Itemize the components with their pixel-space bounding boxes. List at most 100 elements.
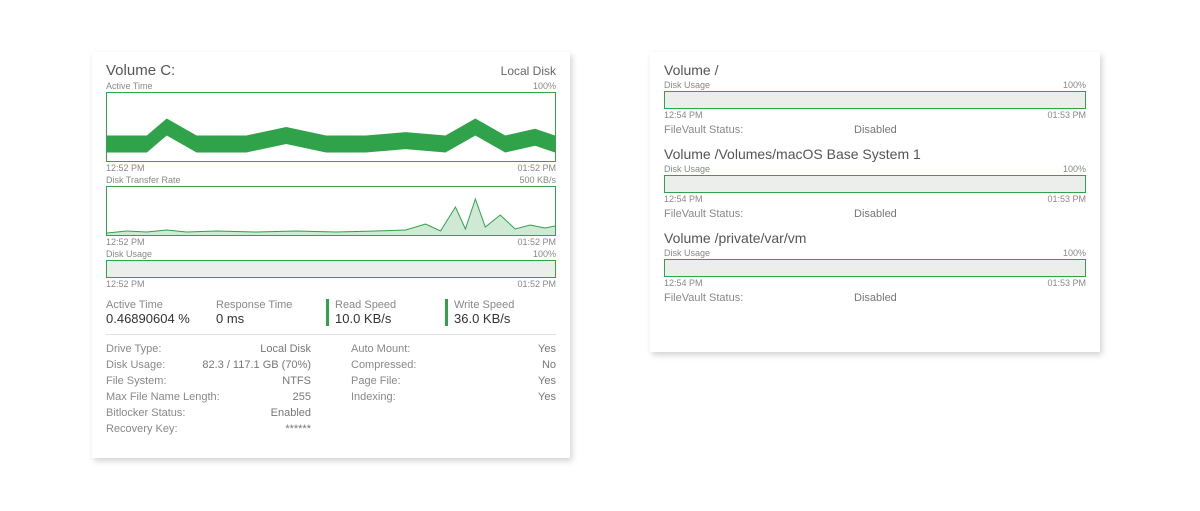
prop-value: 255 (293, 389, 311, 405)
transfer-rate-area-icon (107, 187, 555, 235)
properties-col-right: Auto Mount: Yes Compressed: No Page File… (351, 341, 556, 437)
transfer-rate-ymax: 500 KB/s (519, 175, 556, 185)
prop-value: No (542, 357, 556, 373)
usage-tend: 01:53 PM (1047, 194, 1086, 204)
filevault-row: FileVault Status: Disabled (664, 124, 1086, 136)
metric-write-speed-value: 36.0 KB/s (454, 311, 544, 326)
prop-file-system: File System: NTFS (106, 373, 311, 389)
prop-value: NTFS (282, 373, 311, 389)
transfer-rate-chart (106, 186, 556, 236)
prop-label: Drive Type: (106, 341, 161, 357)
disk-usage-chart (106, 260, 556, 278)
filevault-value: Disabled (854, 208, 897, 220)
metric-read-speed-value: 10.0 KB/s (335, 311, 425, 326)
metric-response-time: Response Time 0 ms (216, 299, 306, 326)
disk-usage-tstart: 12:52 PM (106, 279, 145, 289)
active-time-chart (106, 92, 556, 162)
prop-label: Indexing: (351, 389, 396, 405)
metric-write-speed-label: Write Speed (454, 299, 544, 311)
usage-chart (664, 259, 1086, 277)
metric-response-time-label: Response Time (216, 299, 306, 311)
prop-label: Disk Usage: (106, 357, 165, 373)
prop-disk-usage: Disk Usage: 82.3 / 117.1 GB (70%) (106, 357, 311, 373)
usage-ymax: 100% (1063, 164, 1086, 174)
transfer-rate-tend: 01:52 PM (517, 237, 556, 247)
volume-c-panel: Volume C: Local Disk Active Time 100% 12… (92, 52, 570, 458)
prop-label: Compressed: (351, 357, 416, 373)
metric-active-time-label: Active Time (106, 299, 196, 311)
prop-max-filename-length: Max File Name Length: 255 (106, 389, 311, 405)
mac-volumes-panel: Volume / Disk Usage 100% 12:54 PM 01:53 … (650, 52, 1100, 352)
active-time-tstart: 12:52 PM (106, 163, 145, 173)
metrics-row: Active Time 0.46890604 % Response Time 0… (106, 299, 556, 326)
prop-label: Max File Name Length: (106, 389, 220, 405)
prop-label: File System: (106, 373, 167, 389)
volume-macos-base-system: Volume /Volumes/macOS Base System 1 Disk… (664, 146, 1086, 220)
metric-write-speed: Write Speed 36.0 KB/s (445, 299, 544, 326)
prop-page-file: Page File: Yes (351, 373, 556, 389)
filevault-label: FileVault Status: (664, 124, 854, 136)
usage-tstart: 12:54 PM (664, 194, 703, 204)
active-time-tend: 01:52 PM (517, 163, 556, 173)
filevault-row: FileVault Status: Disabled (664, 292, 1086, 304)
metric-response-time-value: 0 ms (216, 311, 306, 326)
usage-label: Disk Usage (664, 248, 710, 258)
transfer-rate-chart-block: Disk Transfer Rate 500 KB/s 12:52 PM 01:… (106, 175, 556, 247)
disk-usage-label: Disk Usage (106, 249, 152, 259)
usage-tend: 01:53 PM (1047, 110, 1086, 120)
metric-active-time: Active Time 0.46890604 % (106, 299, 196, 326)
prop-label: Page File: (351, 373, 401, 389)
metric-active-time-value: 0.46890604 % (106, 311, 196, 326)
prop-indexing: Indexing: Yes (351, 389, 556, 405)
usage-ymax: 100% (1063, 248, 1086, 258)
filevault-row: FileVault Status: Disabled (664, 208, 1086, 220)
filevault-value: Disabled (854, 292, 897, 304)
prop-label: Auto Mount: (351, 341, 410, 357)
prop-compressed: Compressed: No (351, 357, 556, 373)
disk-usage-chart-block: Disk Usage 100% 12:52 PM 01:52 PM (106, 249, 556, 289)
filevault-label: FileVault Status: (664, 208, 854, 220)
volume-title: Volume /Volumes/macOS Base System 1 (664, 146, 1086, 162)
prop-bitlocker-status: Bitlocker Status: Enabled (106, 405, 311, 421)
usage-label: Disk Usage (664, 164, 710, 174)
metric-read-speed-label: Read Speed (335, 299, 425, 311)
metric-read-speed: Read Speed 10.0 KB/s (326, 299, 425, 326)
prop-recovery-key: Recovery Key: ****** (106, 421, 311, 437)
usage-chart (664, 175, 1086, 193)
disk-usage-tend: 01:52 PM (517, 279, 556, 289)
prop-label: Bitlocker Status: (106, 405, 185, 421)
usage-chart (664, 91, 1086, 109)
prop-value: Yes (538, 341, 556, 357)
usage-tstart: 12:54 PM (664, 278, 703, 288)
filevault-label: FileVault Status: (664, 292, 854, 304)
volume-root: Volume / Disk Usage 100% 12:54 PM 01:53 … (664, 62, 1086, 136)
disk-usage-ymax: 100% (533, 249, 556, 259)
properties: Drive Type: Local Disk Disk Usage: 82.3 … (106, 341, 556, 437)
volume-title: Volume / (664, 62, 1086, 78)
usage-label: Disk Usage (664, 80, 710, 90)
active-time-label: Active Time (106, 81, 153, 91)
filevault-value: Disabled (854, 124, 897, 136)
transfer-rate-tstart: 12:52 PM (106, 237, 145, 247)
volume-header: Volume C: Local Disk (106, 62, 556, 79)
volume-type: Local Disk (501, 64, 556, 78)
prop-value: Yes (538, 373, 556, 389)
prop-value: Local Disk (260, 341, 311, 357)
volume-title: Volume C: (106, 62, 175, 79)
transfer-rate-label: Disk Transfer Rate (106, 175, 181, 185)
active-time-sparkline-icon (107, 93, 555, 161)
usage-tend: 01:53 PM (1047, 278, 1086, 288)
prop-drive-type: Drive Type: Local Disk (106, 341, 311, 357)
active-time-ymax: 100% (533, 81, 556, 91)
volume-private-var-vm: Volume /private/var/vm Disk Usage 100% 1… (664, 230, 1086, 304)
properties-col-left: Drive Type: Local Disk Disk Usage: 82.3 … (106, 341, 311, 437)
divider (106, 334, 556, 335)
volume-title: Volume /private/var/vm (664, 230, 1086, 246)
usage-ymax: 100% (1063, 80, 1086, 90)
prop-label: Recovery Key: (106, 421, 178, 437)
prop-value: 82.3 / 117.1 GB (70%) (202, 357, 311, 373)
usage-tstart: 12:54 PM (664, 110, 703, 120)
prop-value: ****** (285, 421, 311, 437)
prop-value: Yes (538, 389, 556, 405)
prop-value: Enabled (271, 405, 311, 421)
